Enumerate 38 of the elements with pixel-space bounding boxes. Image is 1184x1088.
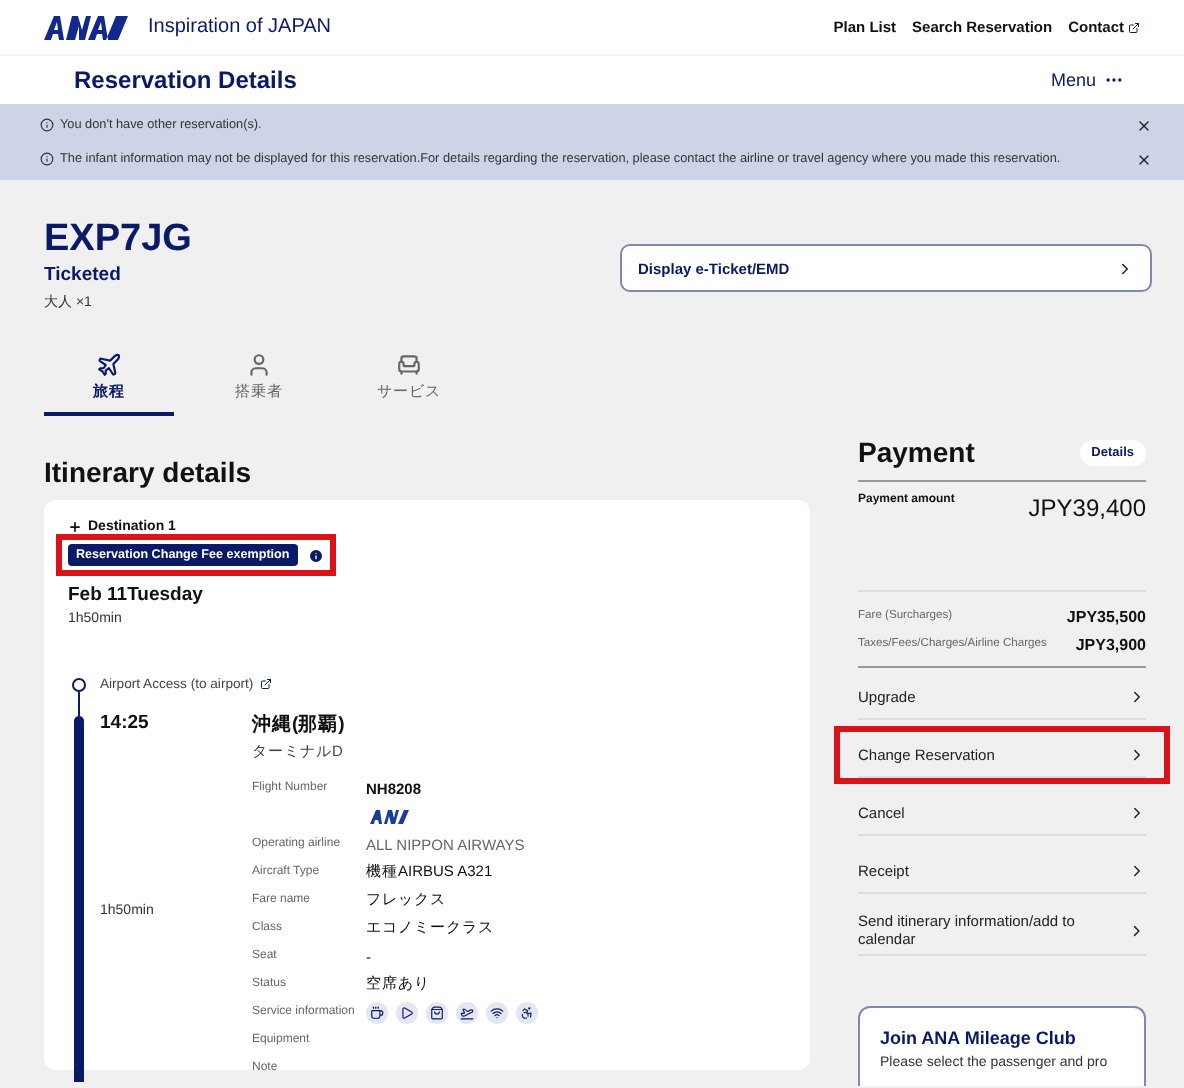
flight-date: Feb 11Tuesday bbox=[68, 584, 205, 606]
plus-icon[interactable] bbox=[68, 520, 82, 534]
chevron-icon bbox=[1128, 687, 1146, 705]
close-icon[interactable] bbox=[1136, 151, 1152, 167]
seat-icon bbox=[396, 352, 422, 378]
close-icon[interactable] bbox=[1136, 117, 1152, 133]
wifi-icon bbox=[486, 1001, 508, 1023]
person-icon bbox=[246, 352, 272, 378]
brand-tagline: Inspiration of JAPAN bbox=[148, 16, 332, 38]
menu-button[interactable]: Menu bbox=[1050, 70, 1124, 90]
plane-icon bbox=[96, 352, 122, 378]
info-icon bbox=[40, 118, 54, 132]
chevron-icon bbox=[1128, 861, 1146, 879]
airport-name: 沖縄(那覇) bbox=[252, 712, 347, 738]
booking-code: EXP7JG bbox=[44, 220, 194, 260]
chevron-icon bbox=[1128, 803, 1146, 821]
external-link-icon bbox=[1128, 21, 1140, 33]
airline-logo[interactable] bbox=[44, 15, 128, 39]
mileage-title: Join ANA Mileage Club bbox=[880, 1028, 1078, 1048]
page-title: Reservation Details bbox=[74, 66, 297, 94]
plane-icon bbox=[456, 1001, 478, 1023]
departure-time: 14:25 bbox=[100, 712, 151, 734]
payment-amount: JPY39,400 bbox=[1028, 494, 1146, 522]
info-icon bbox=[40, 152, 54, 166]
cup-icon bbox=[366, 1001, 388, 1023]
chevron-icon bbox=[1128, 745, 1146, 763]
external-link-icon bbox=[259, 678, 272, 690]
booking-status: Ticketed bbox=[44, 264, 121, 286]
chevron-icon bbox=[1116, 259, 1134, 277]
bag-icon bbox=[426, 1001, 448, 1023]
fee-amount: JPY3,900 bbox=[1075, 635, 1146, 653]
section-heading: Payment bbox=[858, 436, 975, 468]
wheelchair-icon bbox=[516, 1001, 538, 1023]
section-heading: Itinerary details bbox=[44, 456, 253, 488]
play-icon bbox=[396, 1001, 418, 1023]
airline-logo bbox=[366, 809, 410, 823]
info-icon[interactable] bbox=[307, 547, 324, 563]
fee-amount: JPY35,500 bbox=[1066, 607, 1146, 625]
